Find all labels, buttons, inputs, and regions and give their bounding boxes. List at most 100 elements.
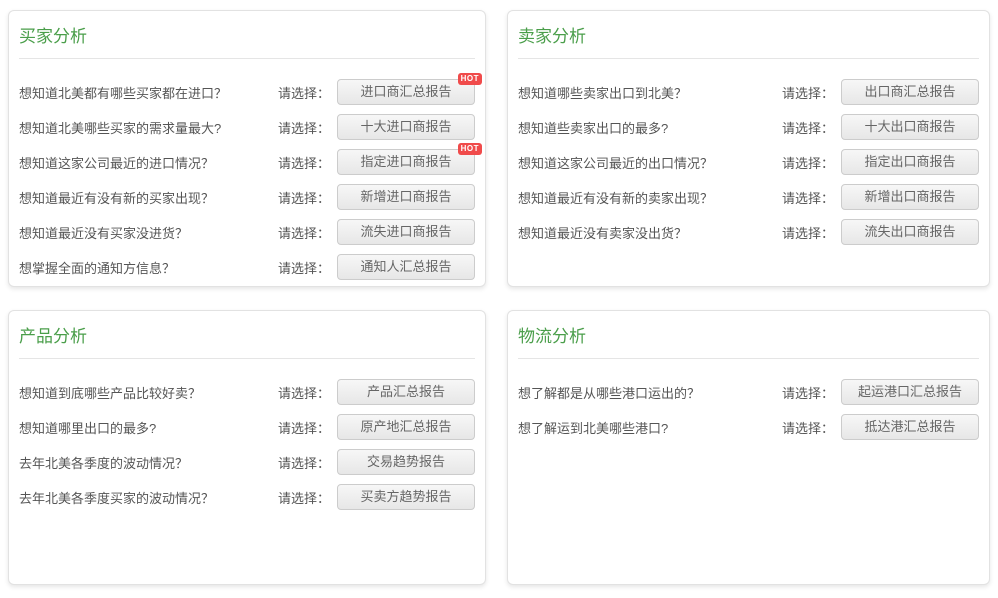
- report-row: 去年北美各季度买家的波动情况？ 请选择： 买卖方趋势报告: [19, 484, 475, 510]
- select-label: 请选择：: [278, 223, 330, 242]
- panel-logistics: 物流分析 想了解都是从哪些港口运出的？ 请选择： 起运港口汇总报告 想了解运到北…: [507, 310, 990, 585]
- report-button-logistics-0[interactable]: 起运港口汇总报告: [841, 379, 979, 405]
- panel-title-seller: 卖家分析: [518, 11, 979, 59]
- select-label: 请选择：: [782, 383, 834, 402]
- report-button-label: 交易趋势报告: [367, 454, 445, 469]
- report-button-product-2[interactable]: 交易趋势报告: [337, 449, 475, 475]
- select-label: 请选择：: [278, 188, 330, 207]
- report-row: 去年北美各季度的波动情况？ 请选择： 交易趋势报告: [19, 449, 475, 475]
- panel-rows-buyer: 想知道北美都有哪些买家都在进口？ 请选择： 进口商汇总报告 HOT 想知道北美哪…: [19, 79, 475, 280]
- report-button-product-3[interactable]: 买卖方趋势报告: [337, 484, 475, 510]
- report-button-buyer-5[interactable]: 通知人汇总报告: [337, 254, 475, 280]
- select-label: 请选择：: [782, 223, 834, 242]
- question-text: 想了解运到北美哪些港口?: [518, 418, 782, 437]
- question-text: 想知道这家公司最近的出口情况？: [518, 153, 782, 172]
- select-label: 请选择：: [278, 488, 330, 507]
- report-row: 想知道哪里出口的最多? 请选择： 原产地汇总报告: [19, 414, 475, 440]
- panel-title-logistics: 物流分析: [518, 311, 979, 359]
- select-label: 请选择：: [782, 83, 834, 102]
- report-row: 想知道这家公司最近的进口情况？ 请选择： 指定进口商报告 HOT: [19, 149, 475, 175]
- report-button-buyer-0[interactable]: 进口商汇总报告 HOT: [337, 79, 475, 105]
- select-label: 请选择：: [278, 153, 330, 172]
- hot-badge: HOT: [458, 73, 482, 85]
- report-button-label: 指定出口商报告: [864, 154, 955, 169]
- report-row: 想知道最近有没有新的买家出现？ 请选择： 新增进口商报告: [19, 184, 475, 210]
- hot-badge: HOT: [458, 143, 482, 155]
- report-button-buyer-3[interactable]: 新增进口商报告: [337, 184, 475, 210]
- report-row: 想知道最近有没有新的卖家出现？ 请选择： 新增出口商报告: [518, 184, 979, 210]
- report-button-seller-4[interactable]: 流失出口商报告: [841, 219, 979, 245]
- question-text: 想知道这家公司最近的进口情况？: [19, 153, 278, 172]
- panel-title-buyer: 买家分析: [19, 11, 475, 59]
- question-text: 想知道些卖家出口的最多?: [518, 118, 782, 137]
- report-button-label: 出口商汇总报告: [864, 84, 955, 99]
- select-label: 请选择：: [278, 83, 330, 102]
- report-button-label: 新增进口商报告: [360, 189, 451, 204]
- select-label: 请选择：: [278, 258, 330, 277]
- panel-buyer: 买家分析 想知道北美都有哪些买家都在进口？ 请选择： 进口商汇总报告 HOT 想…: [8, 10, 486, 287]
- question-text: 想知道最近没有卖家没出货？: [518, 223, 782, 242]
- report-dashboard: 买家分析 想知道北美都有哪些买家都在进口？ 请选择： 进口商汇总报告 HOT 想…: [0, 0, 998, 598]
- report-row: 想知道北美都有哪些买家都在进口？ 请选择： 进口商汇总报告 HOT: [19, 79, 475, 105]
- question-text: 想知道到底哪些产品比较好卖？: [19, 383, 278, 402]
- question-text: 想知道北美都有哪些买家都在进口？: [19, 83, 278, 102]
- report-button-label: 原产地汇总报告: [360, 419, 451, 434]
- report-button-label: 流失出口商报告: [864, 224, 955, 239]
- report-row: 想知道到底哪些产品比较好卖？ 请选择： 产品汇总报告: [19, 379, 475, 405]
- report-button-seller-0[interactable]: 出口商汇总报告: [841, 79, 979, 105]
- select-label: 请选择：: [278, 118, 330, 137]
- report-button-buyer-1[interactable]: 十大进口商报告: [337, 114, 475, 140]
- question-text: 想知道哪些卖家出口到北美？: [518, 83, 782, 102]
- report-button-seller-2[interactable]: 指定出口商报告: [841, 149, 979, 175]
- question-text: 想知道最近没有买家没进货？: [19, 223, 278, 242]
- report-button-label: 十大进口商报告: [360, 119, 451, 134]
- report-row: 想知道最近没有买家没进货？ 请选择： 流失进口商报告: [19, 219, 475, 245]
- select-label: 请选择：: [782, 118, 834, 137]
- question-text: 想知道最近有没有新的卖家出现？: [518, 188, 782, 207]
- report-row: 想知道最近没有卖家没出货？ 请选择： 流失出口商报告: [518, 219, 979, 245]
- report-button-label: 产品汇总报告: [367, 384, 445, 399]
- panel-title-product: 产品分析: [19, 311, 475, 359]
- select-label: 请选择：: [782, 188, 834, 207]
- select-label: 请选择：: [278, 418, 330, 437]
- question-text: 想知道北美哪些买家的需求量最大?: [19, 118, 278, 137]
- report-row: 想知道哪些卖家出口到北美？ 请选择： 出口商汇总报告: [518, 79, 979, 105]
- select-label: 请选择：: [278, 453, 330, 472]
- select-label: 请选择：: [782, 153, 834, 172]
- report-button-label: 买卖方趋势报告: [360, 489, 451, 504]
- report-row: 想知道些卖家出口的最多? 请选择： 十大出口商报告: [518, 114, 979, 140]
- report-button-label: 抵达港汇总报告: [864, 419, 955, 434]
- report-button-label: 进口商汇总报告: [360, 84, 451, 99]
- question-text: 想了解都是从哪些港口运出的？: [518, 383, 782, 402]
- report-button-buyer-4[interactable]: 流失进口商报告: [337, 219, 475, 245]
- question-text: 去年北美各季度的波动情况？: [19, 453, 278, 472]
- panel-rows-seller: 想知道哪些卖家出口到北美？ 请选择： 出口商汇总报告 想知道些卖家出口的最多? …: [518, 79, 979, 245]
- select-label: 请选择：: [278, 383, 330, 402]
- report-button-buyer-2[interactable]: 指定进口商报告 HOT: [337, 149, 475, 175]
- report-button-label: 指定进口商报告: [360, 154, 451, 169]
- panel-rows-logistics: 想了解都是从哪些港口运出的？ 请选择： 起运港口汇总报告 想了解运到北美哪些港口…: [518, 379, 979, 440]
- question-text: 想掌握全面的通知方信息？: [19, 258, 278, 277]
- report-button-logistics-1[interactable]: 抵达港汇总报告: [841, 414, 979, 440]
- report-row: 想了解运到北美哪些港口? 请选择： 抵达港汇总报告: [518, 414, 979, 440]
- question-text: 去年北美各季度买家的波动情况？: [19, 488, 278, 507]
- report-button-label: 新增出口商报告: [864, 189, 955, 204]
- report-row: 想知道这家公司最近的出口情况？ 请选择： 指定出口商报告: [518, 149, 979, 175]
- question-text: 想知道最近有没有新的买家出现？: [19, 188, 278, 207]
- report-button-product-1[interactable]: 原产地汇总报告: [337, 414, 475, 440]
- report-button-label: 流失进口商报告: [360, 224, 451, 239]
- report-button-product-0[interactable]: 产品汇总报告: [337, 379, 475, 405]
- panel-product: 产品分析 想知道到底哪些产品比较好卖？ 请选择： 产品汇总报告 想知道哪里出口的…: [8, 310, 486, 585]
- report-button-seller-3[interactable]: 新增出口商报告: [841, 184, 979, 210]
- panel-seller: 卖家分析 想知道哪些卖家出口到北美？ 请选择： 出口商汇总报告 想知道些卖家出口…: [507, 10, 990, 287]
- panel-rows-product: 想知道到底哪些产品比较好卖？ 请选择： 产品汇总报告 想知道哪里出口的最多? 请…: [19, 379, 475, 510]
- question-text: 想知道哪里出口的最多?: [19, 418, 278, 437]
- report-button-label: 通知人汇总报告: [360, 259, 451, 274]
- report-row: 想了解都是从哪些港口运出的？ 请选择： 起运港口汇总报告: [518, 379, 979, 405]
- report-button-label: 起运港口汇总报告: [858, 384, 962, 399]
- report-button-seller-1[interactable]: 十大出口商报告: [841, 114, 979, 140]
- select-label: 请选择：: [782, 418, 834, 437]
- report-row: 想知道北美哪些买家的需求量最大? 请选择： 十大进口商报告: [19, 114, 475, 140]
- report-row: 想掌握全面的通知方信息？ 请选择： 通知人汇总报告: [19, 254, 475, 280]
- report-button-label: 十大出口商报告: [864, 119, 955, 134]
